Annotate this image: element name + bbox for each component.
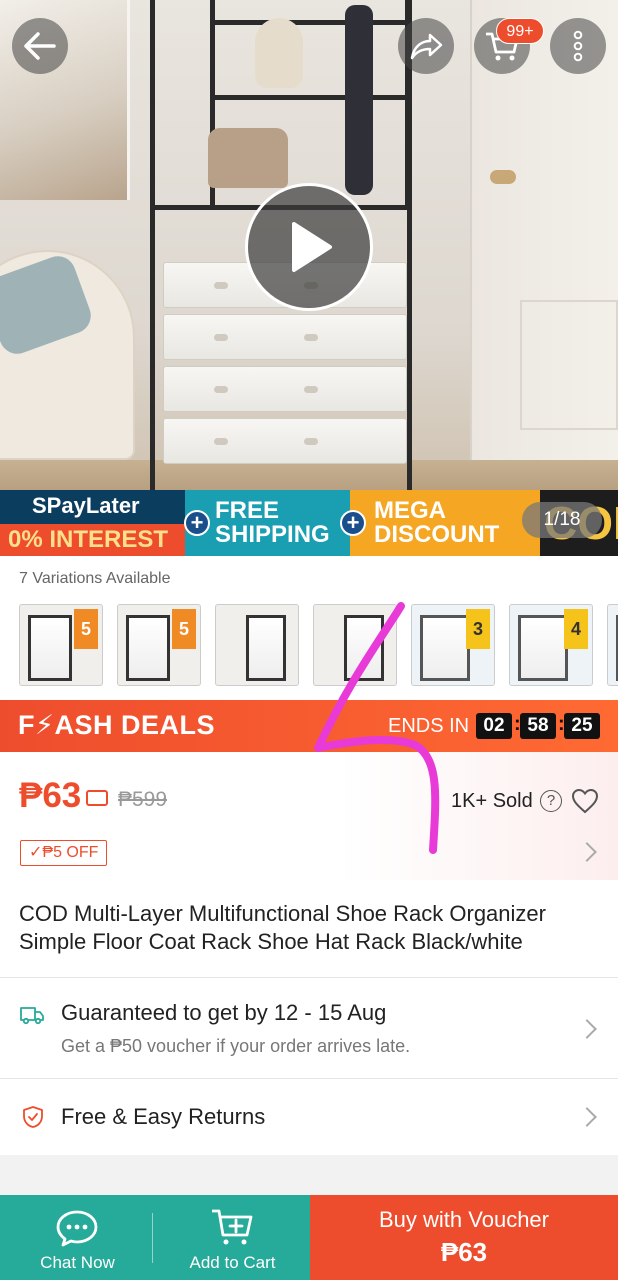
variation-thumb[interactable]: 5 — [19, 604, 103, 686]
interest-label: 0% INTEREST — [0, 524, 185, 556]
sold-count: 1K+ Sold — [451, 790, 533, 812]
buy-label: Buy with Voucher — [379, 1207, 549, 1232]
variation-tag: 4 — [564, 609, 588, 649]
variation-tag: 5 — [74, 609, 98, 649]
spaylater-label: SPayLater — [32, 493, 140, 518]
ends-in-label: ENDS IN — [388, 715, 470, 737]
coin-icon — [86, 790, 108, 806]
drawer — [163, 314, 407, 360]
flash-deals-bar[interactable]: F⚡ASH DEALS ENDS IN 02 : 58 : 25 — [0, 700, 618, 752]
separator — [152, 1213, 153, 1263]
shipping-title: Guaranteed to get by 12 - 15 Aug — [61, 1000, 387, 1025]
play-video-button[interactable] — [245, 183, 373, 311]
returns-title: Free & Easy Returns — [61, 1104, 266, 1129]
help-icon[interactable]: ? — [540, 790, 562, 812]
add-cart-icon — [212, 1209, 253, 1245]
buy-price: ₱63 — [440, 1237, 488, 1267]
chevron-right-icon[interactable] — [577, 842, 597, 862]
coat — [345, 5, 373, 195]
timer-hours: 02 — [476, 713, 512, 739]
play-icon — [292, 222, 332, 272]
timer-minutes: 58 — [520, 713, 556, 739]
chat-icon — [56, 1210, 98, 1247]
original-price: ₱599 — [118, 788, 168, 811]
door-panel — [520, 300, 618, 430]
arrow-left-icon — [24, 32, 56, 60]
free-label: FREE — [215, 497, 280, 524]
rack-bar — [210, 20, 410, 25]
rack-bar — [210, 95, 410, 100]
voucher-tag[interactable]: ✓₱5 OFF — [20, 840, 108, 866]
more-button[interactable] — [550, 18, 606, 74]
door-handle — [490, 170, 516, 184]
plus-icon: + — [340, 510, 366, 536]
image-counter: 1/18 — [522, 502, 602, 538]
drawer — [163, 366, 407, 412]
bag — [208, 128, 288, 188]
discount-label: DISCOUNT — [374, 521, 500, 548]
shield-icon — [23, 1106, 43, 1128]
price-section: ₱63 ₱599 1K+ Sold ? ✓₱5 OFF — [0, 752, 618, 880]
back-button[interactable] — [12, 18, 68, 74]
variation-thumb[interactable]: 3 — [411, 604, 495, 686]
variation-tag: 5 — [172, 609, 196, 649]
divider — [0, 977, 618, 978]
chevron-right-icon — [577, 1107, 597, 1127]
chevron-right-icon — [577, 1019, 597, 1039]
chat-now-button[interactable]: Chat Now — [0, 1195, 155, 1280]
current-price: ₱63 — [19, 776, 82, 815]
variation-thumb[interactable] — [313, 604, 397, 686]
truck-icon — [20, 1007, 44, 1025]
variations-label[interactable]: 7 Variations Available — [19, 570, 171, 588]
variation-thumbnails: 5 5 3 4 — [19, 604, 618, 686]
mega-label: MEGA — [374, 497, 446, 524]
add-to-cart-button[interactable]: Add to Cart — [155, 1195, 310, 1280]
product-title: COD Multi-Layer Multifunctional Shoe Rac… — [19, 901, 546, 954]
share-button[interactable] — [398, 18, 454, 74]
drawer — [163, 418, 407, 464]
chat-now-label: Chat Now — [40, 1253, 115, 1272]
variation-thumb[interactable]: 5 — [117, 604, 201, 686]
timer-seconds: 25 — [564, 713, 600, 739]
share-icon — [410, 33, 443, 60]
variation-thumb[interactable]: 4 — [509, 604, 593, 686]
shipping-label: SHIPPING — [215, 521, 330, 548]
divider — [0, 1078, 618, 1079]
variation-tag: 3 — [466, 609, 490, 649]
mega-discount-section: MEGA DISCOUNT — [350, 490, 540, 556]
heart-icon[interactable] — [571, 788, 599, 814]
secondary-actions: Chat Now Add to Cart — [0, 1195, 310, 1280]
hat — [255, 18, 303, 88]
variation-thumb[interactable] — [607, 604, 618, 686]
add-to-cart-label: Add to Cart — [189, 1253, 276, 1272]
variation-thumb[interactable] — [215, 604, 299, 686]
spaylater-section: SPayLater 0% INTEREST — [0, 490, 185, 556]
cart-badge: 99+ — [496, 18, 544, 44]
section-gap — [0, 1155, 618, 1195]
bottom-action-bar: Chat Now Add to Cart Buy with Voucher ₱6… — [0, 1195, 618, 1280]
flash-deals-title: F⚡ASH DEALS — [18, 710, 215, 740]
shipping-subtitle: Get a ₱50 voucher if your order arrives … — [61, 1036, 411, 1056]
plus-icon: + — [184, 510, 210, 536]
more-vertical-icon — [573, 30, 583, 62]
buy-with-voucher-button[interactable]: Buy with Voucher ₱63 — [310, 1195, 618, 1280]
